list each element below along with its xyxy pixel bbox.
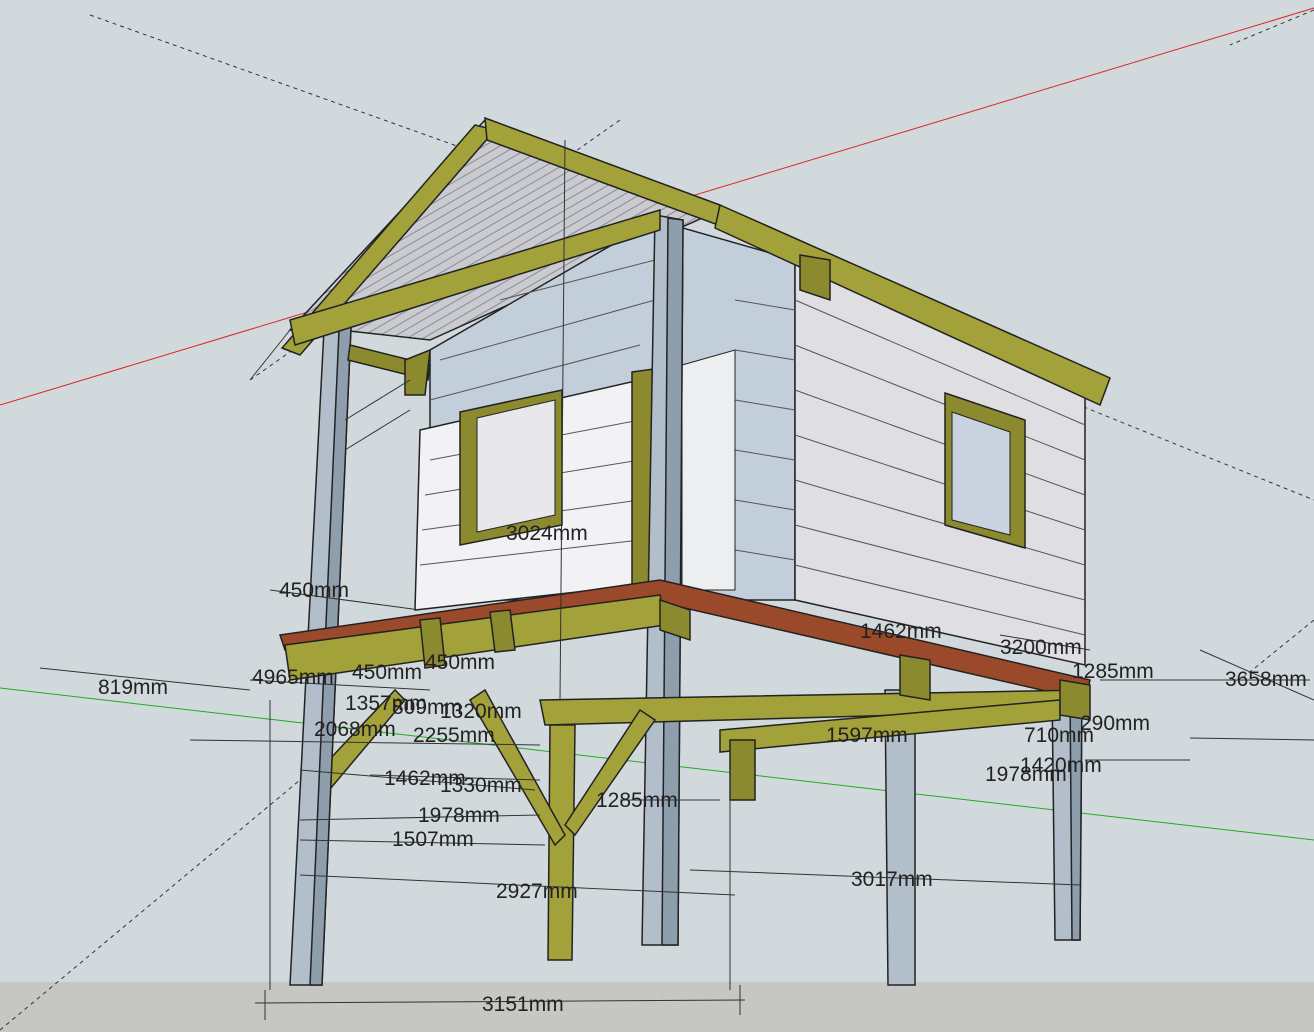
dim-label: 3024mm — [506, 522, 588, 545]
dim-label: 3017mm — [851, 868, 933, 891]
ground-plane — [0, 982, 1314, 1032]
dim-label: 819mm — [98, 676, 168, 699]
dim-label: 1320mm — [440, 700, 522, 723]
dim-label: 2255mm — [413, 724, 495, 747]
dim-label: 1285mm — [1072, 660, 1154, 683]
dim-label: 450mm — [425, 651, 495, 674]
door-opening — [681, 349, 736, 591]
dim-label: 450mm — [352, 661, 422, 684]
side-window-glass — [951, 411, 1011, 536]
dim-label: 1285mm — [596, 789, 678, 812]
dim-label: 1330mm — [440, 774, 522, 797]
dim-label: 1462mm — [860, 620, 942, 643]
dim-label: 3658mm — [1225, 668, 1307, 691]
dim-label: 3200mm — [1000, 636, 1082, 659]
dim-label: 3151mm — [482, 993, 564, 1016]
dim-label: 4965mm — [252, 666, 334, 689]
dim-label: 290mm — [1080, 712, 1150, 735]
dim-label: 2068mm — [314, 718, 396, 741]
dim-label: 1597mm — [826, 724, 908, 747]
dim-label: 1507mm — [392, 828, 474, 851]
dim-label: 1978mm — [418, 804, 500, 827]
dim-label: 2927mm — [496, 880, 578, 903]
front-window-glass — [476, 399, 556, 533]
dim-label: 450mm — [279, 579, 349, 602]
sketchup-viewport[interactable]: 3024mm 450mm 1462mm 3200mm 1285mm 3658mm… — [0, 0, 1314, 1032]
dim-label: 1978mm — [985, 763, 1067, 786]
